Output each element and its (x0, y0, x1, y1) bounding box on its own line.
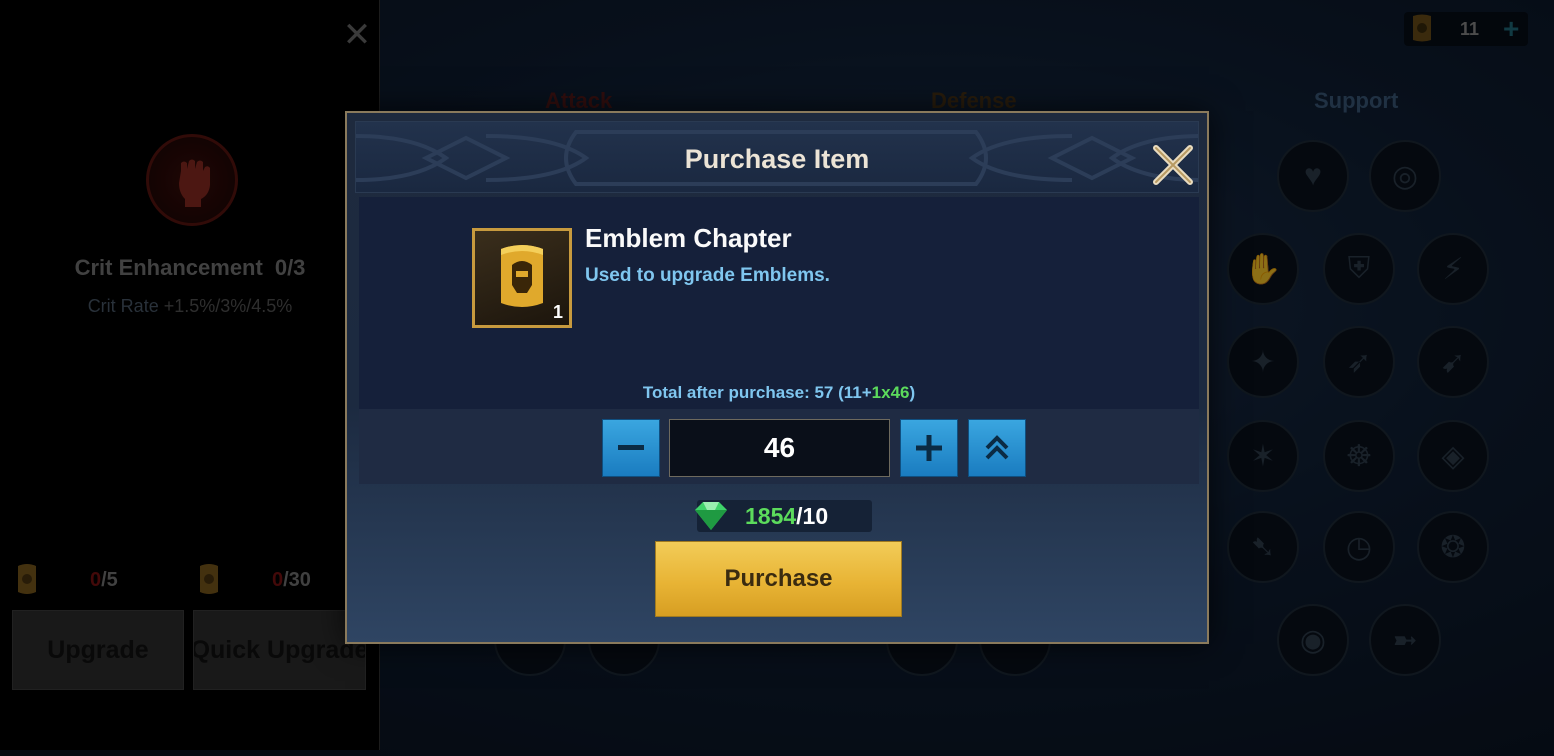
price-display: 1854/10 (695, 500, 872, 532)
quantity-input[interactable] (669, 419, 890, 477)
total-added: 1x46 (871, 383, 910, 402)
dialog-body: 1 Emblem Chapter Used to upgrade Emblems… (359, 197, 1199, 484)
close-icon[interactable] (1150, 142, 1196, 188)
quantity-stepper (359, 419, 1199, 477)
item-description: Used to upgrade Emblems. (585, 265, 830, 286)
total-prefix: Total after purchase: 57 (11+ (642, 383, 872, 402)
decrease-button[interactable] (602, 419, 660, 477)
purchase-button[interactable]: Purchase (655, 541, 902, 617)
plus-icon (916, 435, 942, 461)
purchase-dialog: Purchase Item 1 Emblem Chapter Used to u… (345, 111, 1209, 644)
emblem-scroll-icon: 1 (472, 228, 572, 328)
dialog-header: Purchase Item (355, 121, 1199, 193)
total-suffix: ) (909, 383, 916, 402)
increase-button[interactable] (900, 419, 958, 477)
price-have: 1854 (745, 502, 797, 529)
dialog-title: Purchase Item (684, 144, 870, 174)
diamond-icon (695, 502, 727, 530)
item-quantity-badge: 1 (552, 302, 563, 322)
double-chevron-up-icon (985, 435, 1009, 460)
total-after-purchase: Total after purchase: 57 (11+1x46) (359, 383, 1199, 403)
price-need: /10 (796, 502, 829, 529)
minus-icon (618, 445, 644, 450)
max-quantity-button[interactable] (968, 419, 1026, 477)
item-name: Emblem Chapter (585, 223, 792, 253)
